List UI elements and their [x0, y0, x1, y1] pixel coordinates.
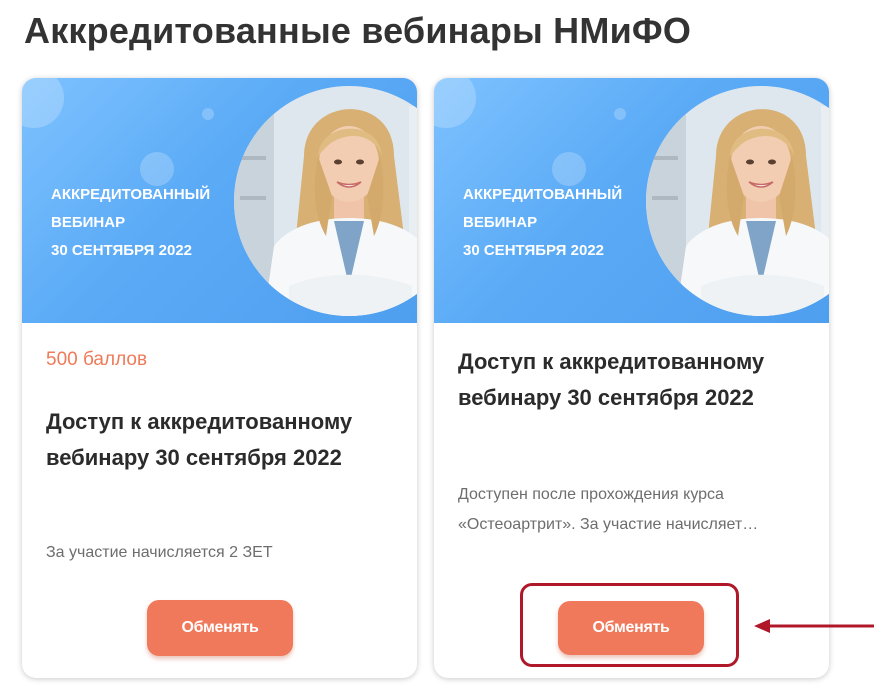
page-root: Аккредитованные вебинары НМиФО Аккредито…	[0, 0, 883, 693]
banner-line: Аккредитованный	[463, 186, 623, 203]
card-title[interactable]: Доступ к аккредитованному вебинару 30 се…	[46, 404, 396, 476]
banner-caption: Аккредитованный вебинар 30 сентября 2022	[463, 181, 622, 265]
banner-line: 30 сентября 2022	[51, 242, 192, 259]
page-title: Аккредитованные вебинары НМиФО	[24, 10, 692, 51]
exchange-button[interactable]: Обменять	[147, 600, 293, 656]
card-title[interactable]: Доступ к аккредитованному вебинару 30 се…	[458, 344, 808, 416]
pharmacist-photo	[646, 86, 829, 316]
card-banner: Аккредитованный вебинар 30 сентября 2022	[434, 78, 829, 323]
banner-line: вебинар	[463, 214, 538, 231]
webinar-card: Аккредитованный вебинар 30 сентября 2022	[22, 78, 417, 678]
card-banner: Аккредитованный вебинар 30 сентября 2022	[22, 78, 417, 323]
arrow-left-icon	[754, 619, 874, 633]
highlight-box	[520, 583, 739, 667]
card-description: Доступен после прохождения курса «Остеоа…	[458, 486, 759, 533]
banner-line: 30 сентября 2022	[463, 242, 604, 259]
banner-caption: Аккредитованный вебинар 30 сентября 2022	[51, 181, 210, 265]
points-cost: 500 баллов	[46, 349, 148, 370]
banner-line: Аккредитованный	[51, 186, 211, 203]
banner-line: вебинар	[51, 214, 126, 231]
card-description: За участие начисляется 2 ЗЕТ	[46, 544, 273, 561]
pharmacist-photo	[234, 86, 417, 316]
